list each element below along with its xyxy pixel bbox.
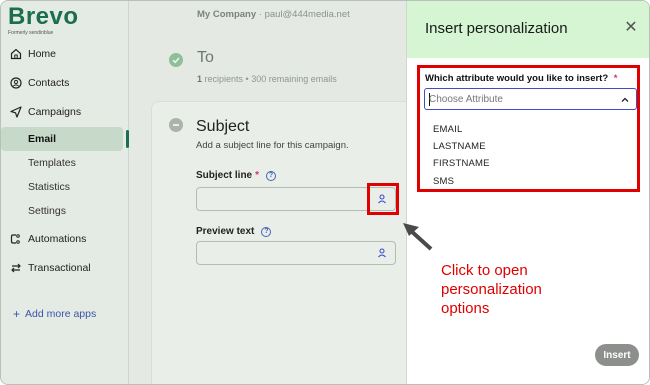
- contacts-icon: [9, 76, 23, 90]
- sidebar-item-statistics[interactable]: Statistics: [1, 175, 129, 199]
- account-email: paul@444media.net: [264, 9, 350, 20]
- recipient-count: 1: [197, 74, 203, 84]
- transactional-icon: [9, 261, 23, 275]
- add-apps-label: Add more apps: [25, 308, 97, 320]
- select-placeholder: Choose Attribute: [429, 94, 503, 105]
- subject-step-description: Add a subject line for this campaign.: [196, 140, 349, 151]
- attribute-question: Which attribute would you like to insert…: [425, 73, 618, 84]
- app-window: Brevo Formerly sendinblue Home Contacts: [0, 0, 650, 385]
- option-sms[interactable]: SMS: [433, 176, 454, 187]
- personalization-icon[interactable]: [376, 247, 388, 259]
- add-more-apps-link[interactable]: + Add more apps: [13, 307, 96, 321]
- insert-personalization-panel: Insert personalization ✕: [406, 1, 649, 384]
- sidebar-sub-label: Settings: [28, 205, 66, 217]
- chevron-up-icon[interactable]: [620, 95, 630, 105]
- option-lastname[interactable]: LASTNAME: [433, 141, 486, 152]
- subject-line-label: Subject line * ?: [196, 170, 277, 181]
- sidebar-item-settings[interactable]: Settings: [1, 199, 129, 223]
- automations-icon: [9, 232, 23, 246]
- subject-step-title: Subject: [196, 118, 250, 135]
- sidebar-nav: Home Contacts Campaigns Email Templates: [1, 41, 129, 280]
- home-icon: [9, 47, 23, 61]
- option-firstname[interactable]: FIRSTNAME: [433, 158, 490, 169]
- sidebar-item-automations[interactable]: Automations: [1, 226, 129, 251]
- recipient-info: recipients • 300 remaining emails: [204, 74, 337, 84]
- sidebar-item-home[interactable]: Home: [1, 41, 129, 66]
- pending-step-icon: [169, 118, 183, 132]
- subject-line-input[interactable]: [196, 187, 396, 211]
- sidebar-item-campaigns[interactable]: Campaigns: [1, 99, 129, 124]
- option-email[interactable]: EMAIL: [433, 124, 463, 135]
- sidebar: Brevo Formerly sendinblue Home Contacts: [1, 1, 129, 384]
- field-label-text: Preview text: [196, 226, 255, 237]
- plus-icon: +: [13, 307, 21, 321]
- help-icon[interactable]: ?: [261, 226, 272, 237]
- sidebar-item-transactional[interactable]: Transactional: [1, 255, 129, 280]
- close-icon[interactable]: ✕: [624, 20, 638, 36]
- question-text: Which attribute would you like to insert…: [425, 73, 609, 84]
- logo-tagline: Formerly sendinblue: [8, 30, 54, 36]
- sidebar-item-contacts[interactable]: Contacts: [1, 70, 129, 95]
- company-name: My Company: [197, 9, 257, 20]
- required-marker: *: [613, 73, 618, 84]
- personalization-highlight-box: [367, 183, 399, 215]
- annotation-callout: Click to open personalization options: [441, 262, 542, 317]
- insert-button[interactable]: Insert: [595, 344, 639, 366]
- sidebar-item-templates[interactable]: Templates: [1, 151, 129, 175]
- preview-text-label: Preview text ?: [196, 226, 272, 237]
- check-circle-icon: [169, 53, 183, 67]
- attribute-select[interactable]: Choose Attribute: [424, 88, 637, 110]
- field-label-text: Subject line: [196, 170, 253, 181]
- account-info: My Company · paul@444media.net: [197, 9, 350, 20]
- sidebar-item-label: Campaigns: [28, 105, 82, 118]
- preview-text-input[interactable]: [196, 241, 396, 265]
- help-icon[interactable]: ?: [266, 170, 277, 181]
- sidebar-item-label: Contacts: [28, 76, 70, 89]
- to-step-title: To: [197, 49, 214, 66]
- sidebar-sub-label: Email: [28, 133, 57, 145]
- sidebar-item-label: Transactional: [28, 261, 91, 274]
- send-icon: [9, 105, 23, 119]
- brevo-logo[interactable]: Brevo Formerly sendinblue: [8, 3, 79, 37]
- sidebar-item-email[interactable]: Email: [1, 127, 129, 151]
- required-marker: *: [255, 170, 260, 181]
- panel-title: Insert personalization: [425, 20, 568, 37]
- sidebar-item-label: Home: [28, 47, 57, 60]
- to-step-summary: 1 recipients • 300 remaining emails: [197, 74, 337, 84]
- sidebar-sub-label: Templates: [28, 157, 76, 169]
- logo-wordmark: Brevo: [8, 3, 79, 30]
- sidebar-sub-label: Statistics: [28, 181, 71, 193]
- panel-header: Insert personalization ✕: [407, 1, 649, 58]
- sidebar-item-label: Automations: [28, 232, 87, 245]
- annotation-arrow-icon: [403, 223, 433, 251]
